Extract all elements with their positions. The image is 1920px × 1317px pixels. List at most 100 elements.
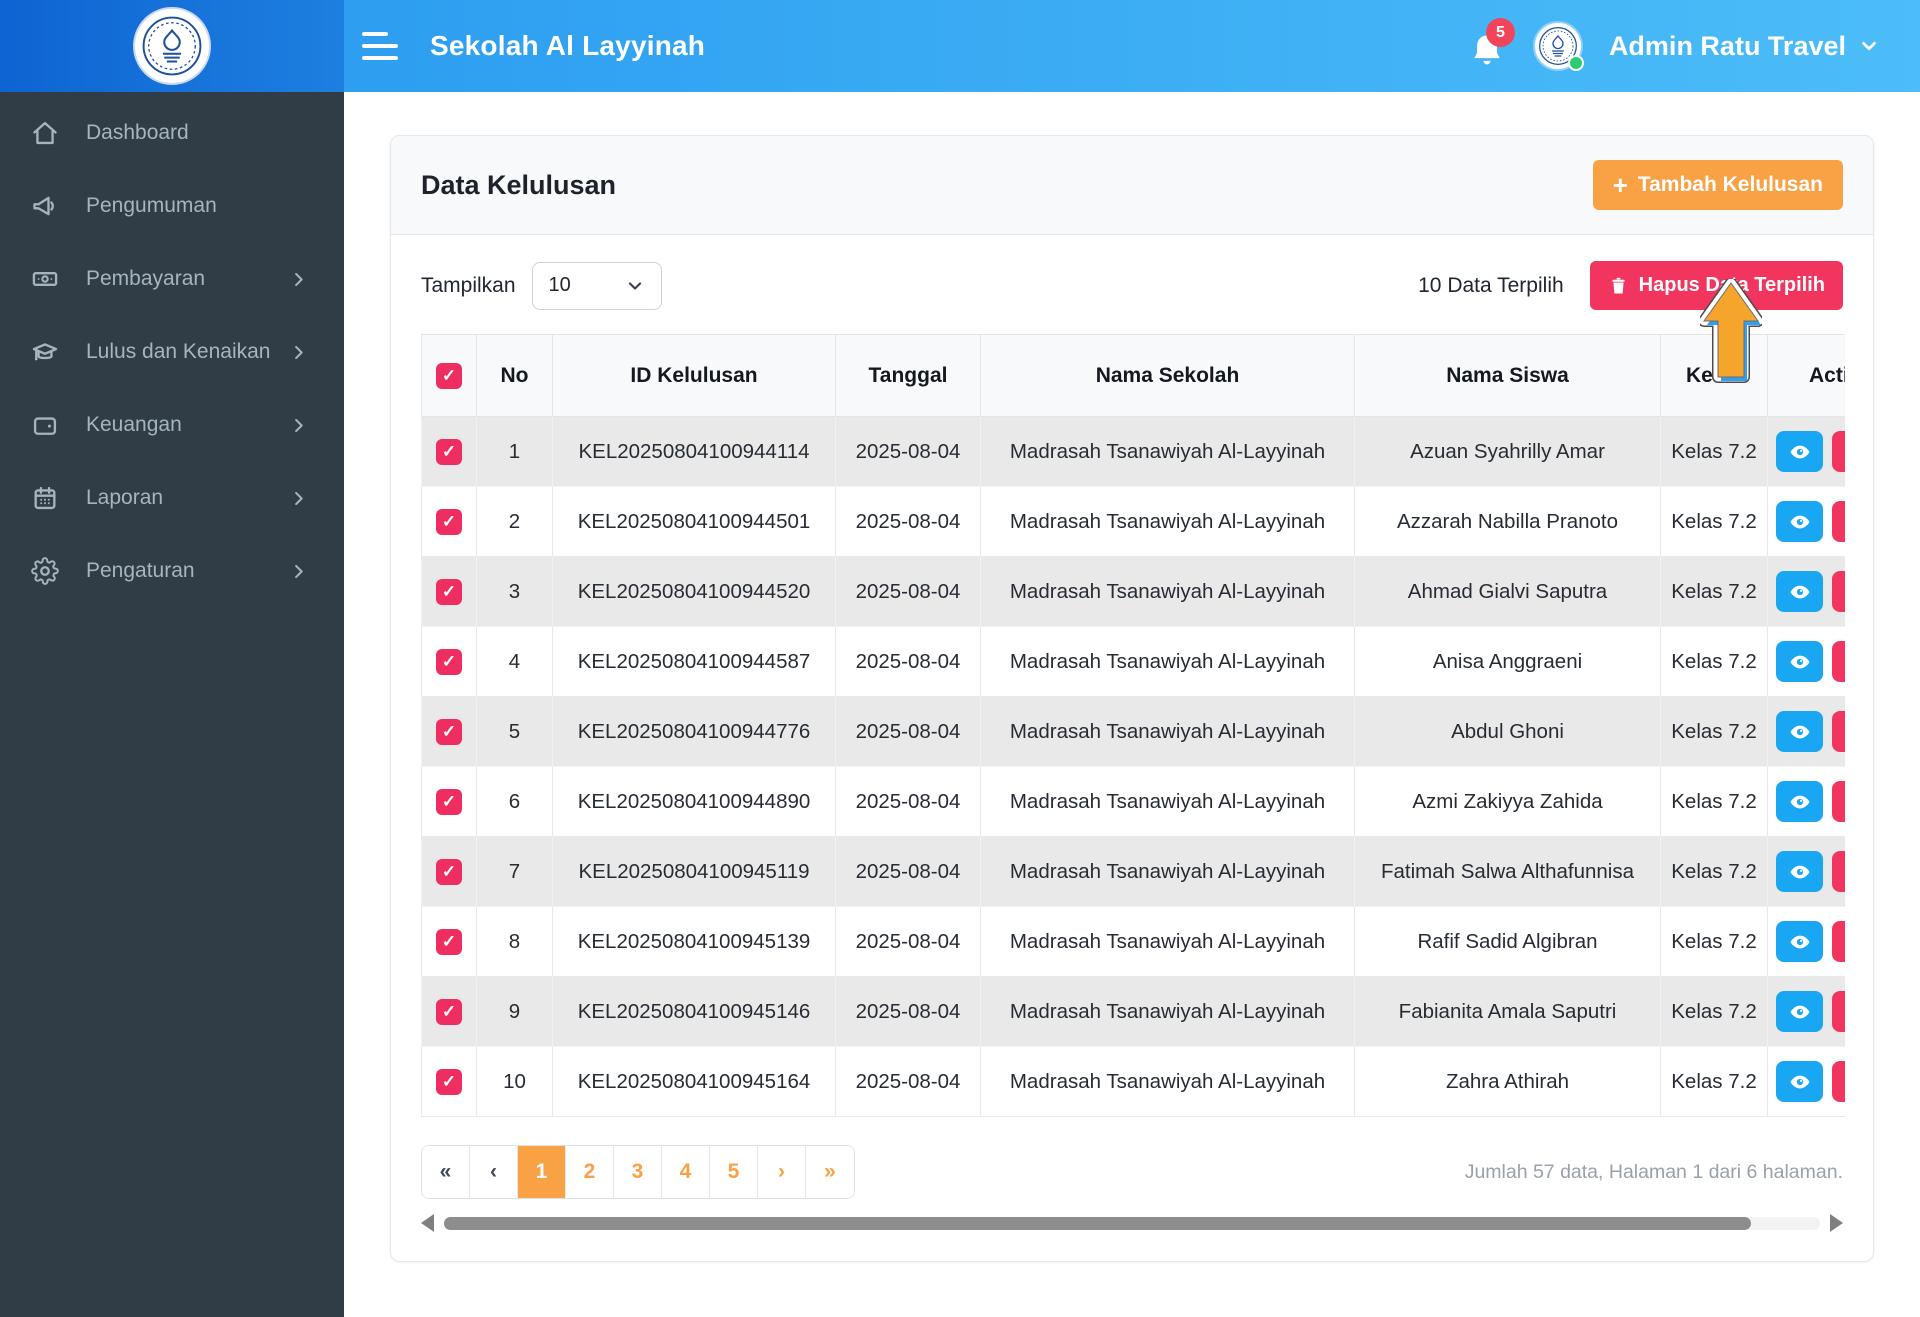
- view-button[interactable]: [1776, 571, 1823, 612]
- delete-button[interactable]: [1832, 921, 1845, 962]
- main-content: Data Kelulusan + Tambah Kelulusan Tampil…: [344, 92, 1920, 1317]
- table-row: ✓ 10 KEL20250804100945164 2025-08-04 Madrasa…: [421, 1046, 1845, 1117]
- row-no: 2: [476, 486, 553, 557]
- table-header-row: ✓ No ID Kelulusan Tanggal Nama Sekolah Nama S…: [421, 334, 1845, 417]
- view-button[interactable]: [1776, 991, 1823, 1032]
- row-checkbox[interactable]: ✓: [436, 508, 462, 535]
- sidebar-item-label: Dashboard: [86, 121, 189, 144]
- row-date: 2025-08-04: [835, 976, 981, 1047]
- pagination-item[interactable]: 5: [710, 1146, 758, 1198]
- row-student: Anisa Anggraeni: [1354, 626, 1661, 697]
- delete-button[interactable]: [1832, 571, 1845, 612]
- page-size-select[interactable]: 10: [531, 261, 662, 310]
- delete-button[interactable]: [1832, 1061, 1845, 1102]
- row-school: Madrasah Tsanawiyah Al-Layyinah: [980, 486, 1355, 557]
- sidebar-item-pengumuman[interactable]: Pengumuman: [0, 181, 344, 231]
- eye-icon: [1789, 795, 1810, 808]
- sidebar-item-pembayaran[interactable]: Pembayaran: [0, 254, 344, 304]
- row-checkbox[interactable]: ✓: [436, 578, 462, 605]
- view-button[interactable]: [1776, 431, 1823, 472]
- row-school: Madrasah Tsanawiyah Al-Layyinah: [980, 1046, 1355, 1117]
- pagination-item[interactable]: 4: [662, 1146, 710, 1198]
- row-checkbox[interactable]: ✓: [436, 718, 462, 745]
- delete-button[interactable]: [1832, 851, 1845, 892]
- scroll-left-arrow[interactable]: [421, 1214, 434, 1232]
- column-header: Tanggal: [835, 334, 981, 417]
- row-school: Madrasah Tsanawiyah Al-Layyinah: [980, 906, 1355, 977]
- row-class: Kelas 7.2: [1660, 626, 1768, 697]
- eye-icon: [1789, 1005, 1810, 1018]
- delete-button[interactable]: [1832, 501, 1845, 542]
- user-menu[interactable]: Admin Ratu Travel: [1609, 31, 1880, 62]
- avatar[interactable]: [1532, 21, 1584, 71]
- add-graduation-button[interactable]: + Tambah Kelulusan: [1592, 160, 1843, 210]
- notification-bell-icon[interactable]: 5: [1467, 18, 1515, 70]
- select-all-checkbox[interactable]: ✓: [436, 362, 462, 389]
- delete-button[interactable]: [1832, 431, 1845, 472]
- view-button[interactable]: [1776, 501, 1823, 542]
- sidebar-item-dashboard[interactable]: Dashboard: [0, 108, 344, 158]
- row-class: Kelas 7.2: [1660, 836, 1768, 907]
- scroll-right-arrow[interactable]: [1830, 1214, 1843, 1232]
- row-class: Kelas 7.2: [1660, 906, 1768, 977]
- home-icon: [30, 118, 60, 148]
- view-button[interactable]: [1776, 1061, 1823, 1102]
- graduation-table: ✓ No ID Kelulusan Tanggal Nama Sekolah Nama S…: [421, 334, 1845, 1117]
- sidebar-item-lulus-dan-kenaikan[interactable]: Lulus dan Kenaikan: [0, 327, 344, 377]
- chevron-down-icon: [628, 281, 641, 290]
- notification-count-badge: 5: [1485, 18, 1515, 47]
- pagination-item[interactable]: ‹: [470, 1146, 518, 1198]
- table-summary: Jumlah 57 data, Halaman 1 dari 6 halaman…: [1464, 1160, 1843, 1183]
- menu-toggle-icon[interactable]: [362, 32, 398, 60]
- graduation-cap-icon: [30, 337, 60, 367]
- row-checkbox[interactable]: ✓: [436, 648, 462, 675]
- app-title: Sekolah Al Layyinah: [430, 30, 706, 61]
- table-row: ✓ 2 KEL20250804100944501 2025-08-04 Madrasah…: [421, 486, 1845, 557]
- row-checkbox[interactable]: ✓: [436, 788, 462, 815]
- row-class: Kelas 7.2: [1660, 766, 1768, 837]
- delete-button[interactable]: [1832, 711, 1845, 752]
- row-school: Madrasah Tsanawiyah Al-Layyinah: [980, 416, 1355, 487]
- pagination-item[interactable]: 1: [518, 1146, 566, 1198]
- delete-button[interactable]: [1832, 641, 1845, 682]
- table-row: ✓ 8 KEL20250804100945139 2025-08-04 Madrasah…: [421, 906, 1845, 977]
- horizontal-scrollbar: [421, 1214, 1843, 1232]
- delete-selected-button[interactable]: Hapus Data Terpilih: [1589, 261, 1843, 310]
- sidebar-item-label: Pembayaran: [86, 267, 206, 290]
- table-scroll-area: ✓ No ID Kelulusan Tanggal Nama Sekolah Nama S…: [421, 334, 1845, 1117]
- pagination-item[interactable]: 3: [614, 1146, 662, 1198]
- sidebar-item-keuangan[interactable]: Keuangan: [0, 400, 344, 450]
- row-id: KEL20250804100945164: [552, 1046, 836, 1117]
- eye-icon: [1789, 445, 1810, 458]
- view-button[interactable]: [1776, 851, 1823, 892]
- selected-count: 10 Data Terpilih: [1418, 273, 1564, 297]
- plus-icon: +: [1612, 170, 1628, 200]
- sidebar-item-pengaturan[interactable]: Pengaturan: [0, 546, 344, 596]
- pagination: «‹ 1 2 3 4 5 ›»: [421, 1145, 855, 1199]
- row-school: Madrasah Tsanawiyah Al-Layyinah: [980, 556, 1355, 627]
- view-button[interactable]: [1776, 921, 1823, 962]
- scrollbar-thumb[interactable]: [444, 1216, 1752, 1230]
- delete-button[interactable]: [1832, 781, 1845, 822]
- pagination-item[interactable]: »: [806, 1146, 854, 1198]
- row-checkbox[interactable]: ✓: [436, 998, 462, 1025]
- pagination-item[interactable]: ›: [758, 1146, 806, 1198]
- column-header: No: [476, 334, 553, 417]
- sidebar-item-label: Lulus dan Kenaikan: [86, 340, 271, 363]
- sidebar-brand: [0, 0, 344, 92]
- table-row: ✓ 6 KEL20250804100944890 2025-08-04 Madrasah…: [421, 766, 1845, 837]
- row-checkbox[interactable]: ✓: [436, 858, 462, 885]
- row-checkbox[interactable]: ✓: [436, 1068, 462, 1095]
- row-date: 2025-08-04: [835, 696, 981, 767]
- scrollbar-track[interactable]: [444, 1216, 1820, 1230]
- pagination-item[interactable]: 2: [566, 1146, 614, 1198]
- row-school: Madrasah Tsanawiyah Al-Layyinah: [980, 626, 1355, 697]
- row-checkbox[interactable]: ✓: [436, 928, 462, 955]
- view-button[interactable]: [1776, 711, 1823, 752]
- row-checkbox[interactable]: ✓: [436, 438, 462, 465]
- delete-button[interactable]: [1832, 991, 1845, 1032]
- sidebar-item-laporan[interactable]: Laporan: [0, 473, 344, 523]
- view-button[interactable]: [1776, 641, 1823, 682]
- view-button[interactable]: [1776, 781, 1823, 822]
- pagination-item[interactable]: «: [422, 1146, 470, 1198]
